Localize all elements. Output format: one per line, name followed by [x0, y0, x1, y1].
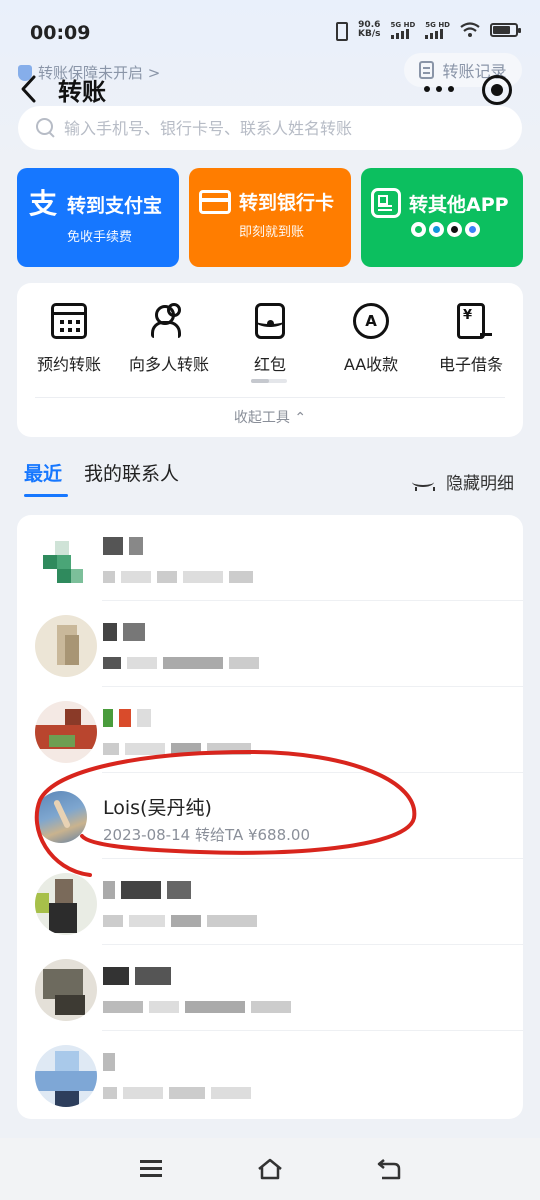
blurred-detail	[103, 571, 259, 583]
blurred-detail	[103, 743, 257, 755]
network-speed-unit: KB/s	[358, 29, 381, 39]
tab-my-contacts[interactable]: 我的联系人	[84, 459, 179, 486]
transfer-to-bank-card[interactable]: 转到银行卡 即刻就到账	[189, 168, 351, 267]
blurred-detail	[103, 915, 263, 927]
signal-sim2-icon: 5G HD	[425, 21, 450, 39]
list-item[interactable]	[17, 515, 523, 601]
qq-icon	[429, 222, 444, 237]
tool-loan-note[interactable]: ¥ 电子借条	[421, 303, 521, 375]
tool-scheduled-transfer[interactable]: 预约转账	[19, 303, 119, 375]
list-item[interactable]	[17, 601, 523, 687]
tool-aa-collect[interactable]: A AA收款	[321, 303, 421, 375]
blurred-name	[103, 967, 177, 985]
people-icon	[151, 303, 187, 339]
avatar	[35, 873, 97, 935]
douyin-icon	[447, 222, 462, 237]
recent-contacts-list: Lois(吴丹纯) 2023-08-14 转给TA ¥688.00	[17, 515, 523, 1119]
sim2-label: 5G HD	[425, 21, 450, 29]
wifi-icon	[460, 22, 480, 37]
blurred-name	[103, 623, 151, 641]
aa-icon: A	[353, 303, 389, 339]
transfer-to-alipay-card[interactable]: 支 转到支付宝 免收手续费	[17, 168, 179, 267]
home-icon[interactable]	[257, 1158, 283, 1180]
tool-label: AA收款	[343, 355, 399, 374]
mini-program-close-icon[interactable]	[482, 75, 512, 105]
blurred-detail	[103, 657, 265, 669]
document-icon	[419, 61, 435, 79]
tab-recent[interactable]: 最近	[24, 459, 62, 486]
wechat-icon	[411, 222, 426, 237]
list-item[interactable]	[17, 859, 523, 945]
menu-icon[interactable]	[140, 1160, 162, 1163]
card-title: 转到支付宝	[67, 194, 163, 217]
list-item[interactable]	[17, 687, 523, 773]
hide-details-toggle[interactable]: 隐藏明细	[412, 469, 514, 494]
other-app-icons	[371, 222, 523, 237]
signal-sim1-icon: 5G HD	[390, 21, 416, 39]
battery-icon	[490, 23, 521, 37]
status-time: 00:09	[30, 22, 91, 44]
calendar-icon	[51, 303, 87, 339]
tool-red-packet[interactable]: 红包	[220, 303, 320, 375]
vibrate-icon	[332, 20, 349, 41]
tools-scroll-indicator	[251, 379, 287, 383]
blurred-name	[103, 709, 157, 727]
tools-panel: 预约转账 向多人转账 红包 A AA收款 ¥ 电子借条 收起工具 ⌃	[17, 283, 523, 437]
system-navigation-bar	[0, 1138, 540, 1200]
tool-label: 预约转账	[36, 355, 101, 374]
list-item[interactable]	[17, 1031, 523, 1117]
hide-details-label: 隐藏明细	[446, 474, 514, 494]
avatar	[35, 615, 97, 677]
status-indicators: 90.6 KB/s 5G HD 5G HD	[332, 20, 521, 41]
blurred-name	[103, 1053, 121, 1071]
alipay-icon: 支	[28, 187, 57, 220]
tool-label: 红包	[253, 355, 286, 374]
tool-label: 电子借条	[438, 355, 503, 374]
avatar	[35, 1045, 97, 1107]
search-input[interactable]	[64, 118, 494, 138]
loan-note-icon: ¥	[457, 303, 492, 339]
other-app-icon	[465, 222, 480, 237]
tool-label: 向多人转账	[128, 355, 209, 374]
page-title: 转账	[58, 78, 106, 106]
card-title: 转到银行卡	[239, 192, 335, 214]
divider	[35, 397, 505, 398]
blurred-detail	[103, 1087, 257, 1099]
avatar	[35, 529, 97, 591]
tool-multi-transfer[interactable]: 向多人转账	[119, 303, 219, 375]
avatar	[35, 959, 97, 1021]
search-bar[interactable]	[18, 106, 522, 150]
blurred-name	[103, 537, 149, 555]
blurred-name	[103, 881, 197, 899]
avatar	[35, 701, 97, 763]
card-title: 转其他APP	[409, 193, 509, 216]
transfer-to-other-app-card[interactable]: 转其他APP	[361, 168, 523, 267]
red-packet-icon	[255, 303, 285, 339]
status-bar: 00:09 90.6 KB/s 5G HD 5G HD	[0, 0, 540, 60]
network-speed: 90.6 KB/s	[358, 21, 380, 39]
contact-name: Lois(吴丹纯)	[103, 797, 212, 819]
list-item-lois[interactable]	[17, 773, 523, 859]
avatar	[35, 791, 87, 843]
back-arrow-icon[interactable]	[18, 74, 40, 104]
more-options-icon[interactable]	[424, 86, 454, 92]
active-tab-indicator	[24, 494, 68, 497]
bank-card-icon	[199, 189, 231, 214]
back-icon[interactable]	[376, 1158, 402, 1180]
card-subtitle: 免收手续费	[67, 230, 133, 245]
collapse-tools-button[interactable]: 收起工具 ⌃	[17, 407, 523, 427]
eye-closed-icon	[412, 477, 435, 491]
blurred-detail	[103, 1001, 297, 1013]
search-icon	[36, 118, 56, 138]
contact-last-transfer: 2023-08-14 转给TA ¥688.00	[103, 826, 310, 844]
sim1-label: 5G HD	[390, 21, 416, 29]
list-item[interactable]	[17, 945, 523, 1031]
app-grid-icon	[371, 188, 401, 218]
battery-level	[493, 26, 510, 34]
card-subtitle: 即刻就到账	[239, 225, 305, 240]
